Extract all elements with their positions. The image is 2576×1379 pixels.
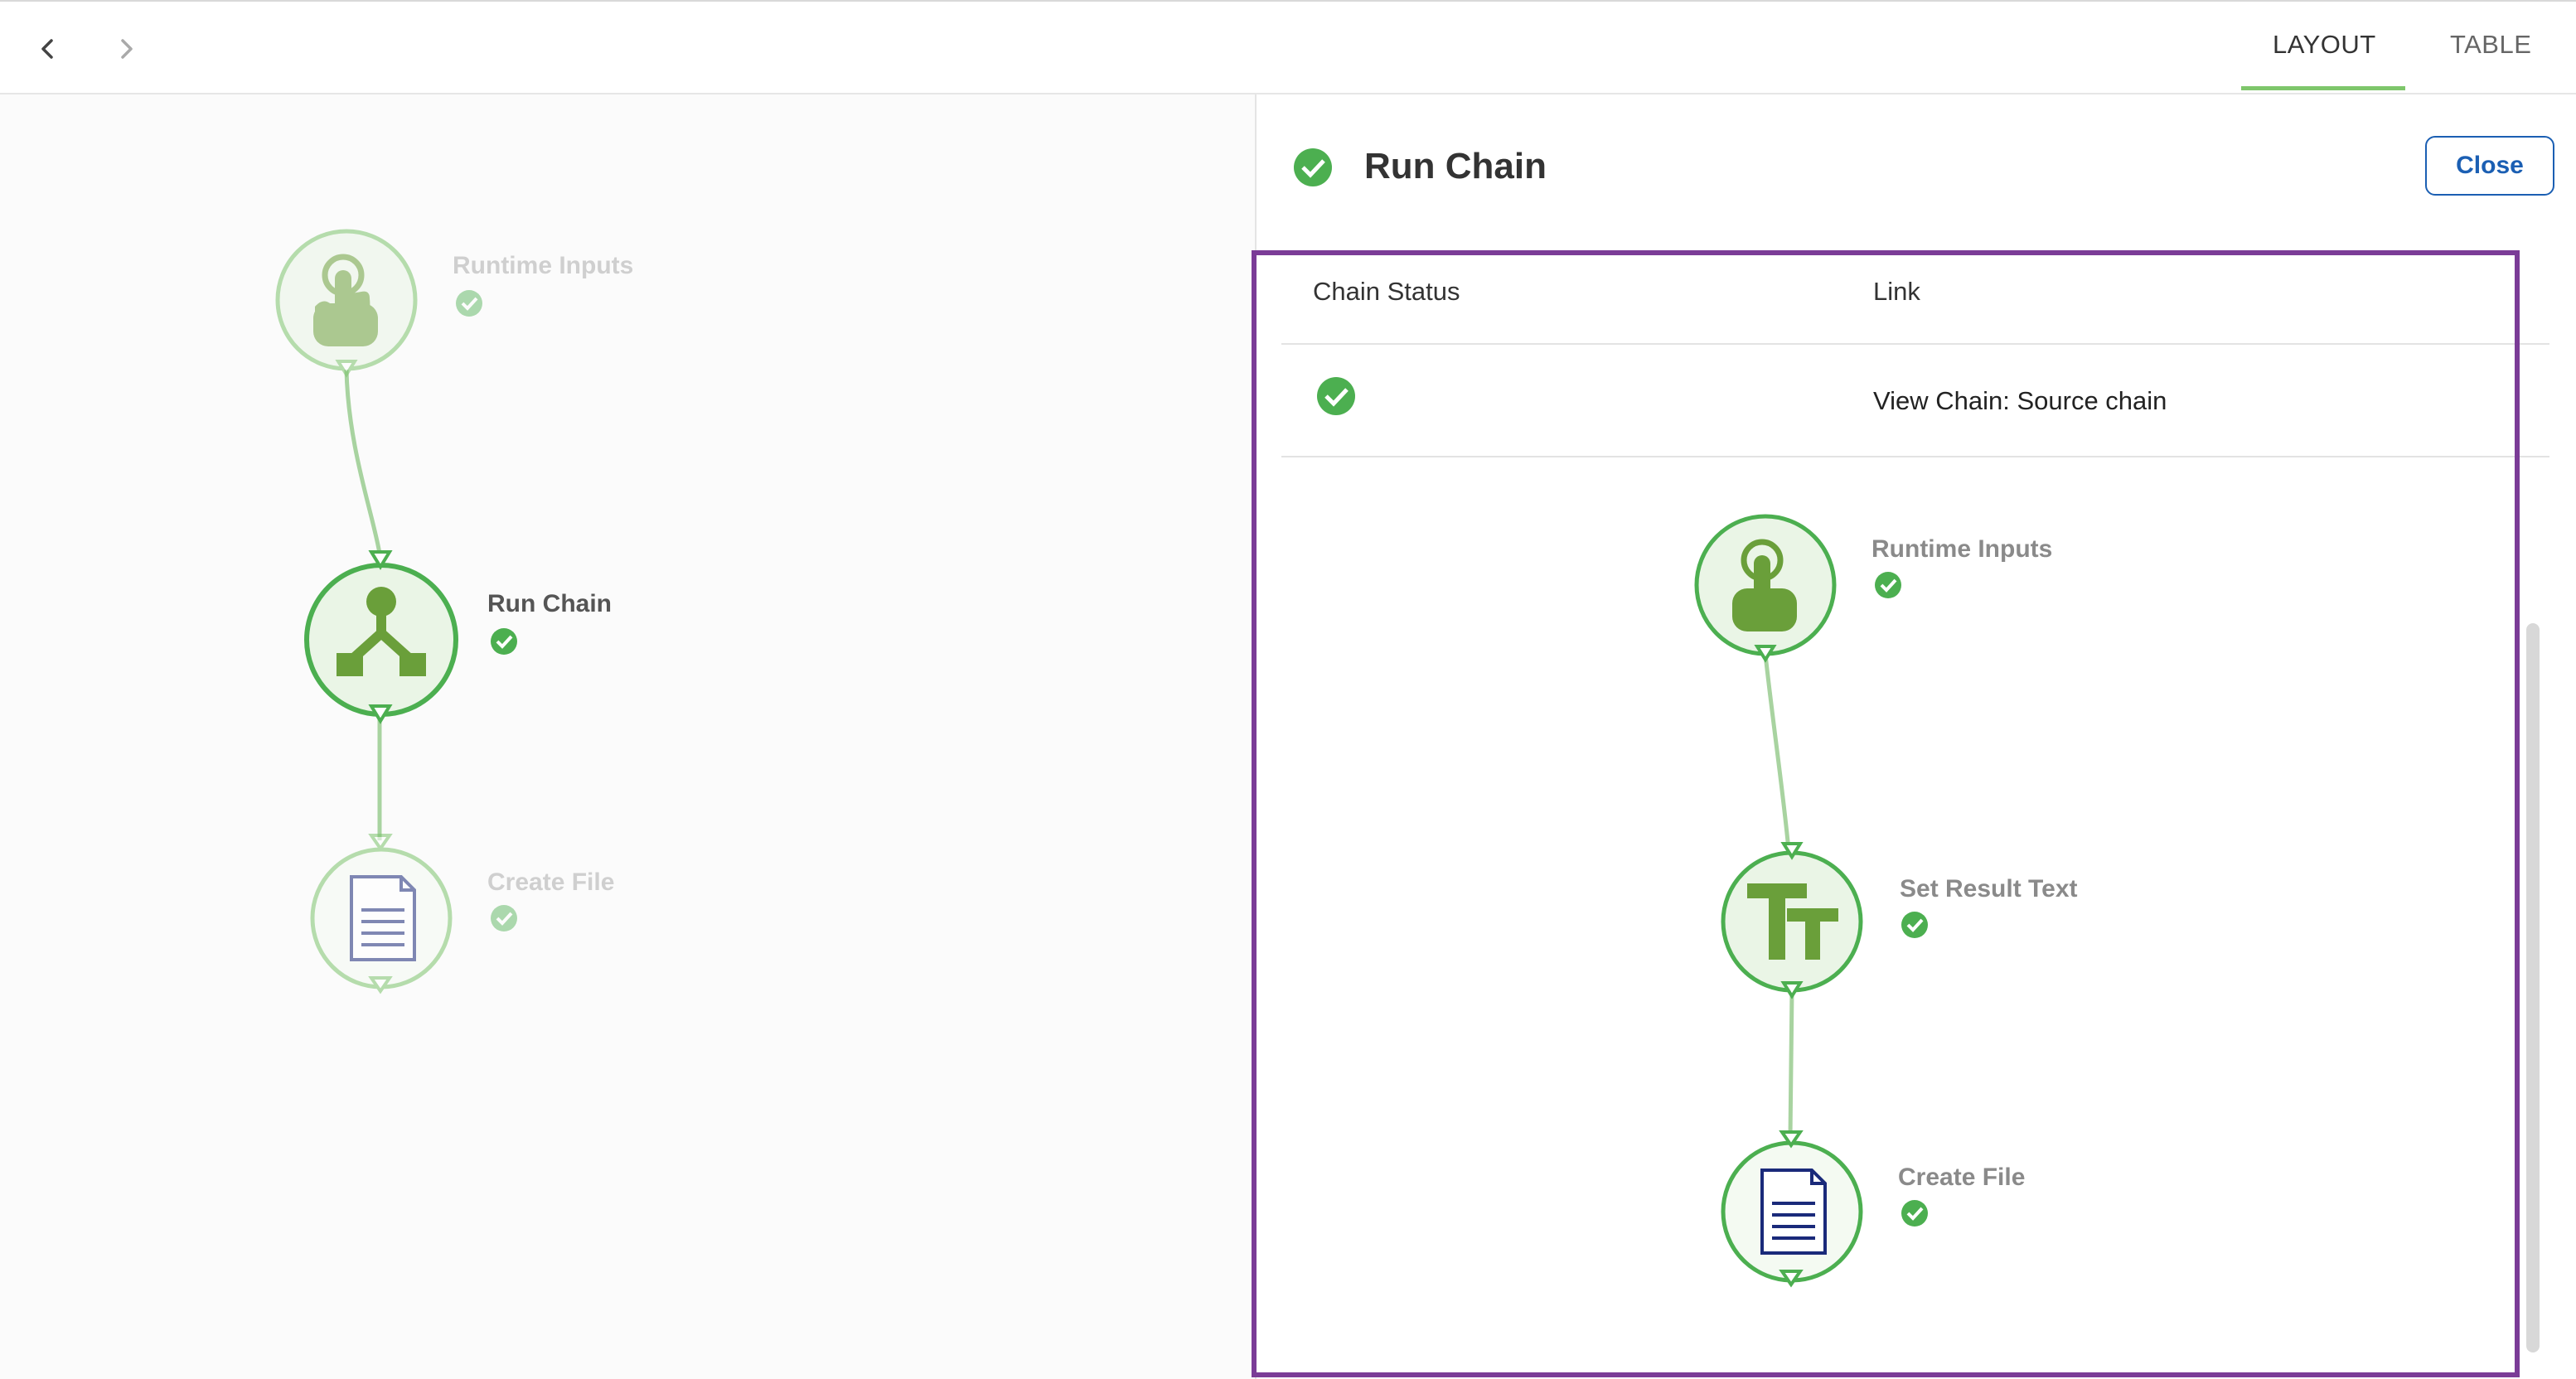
preview-node-runtime-inputs <box>1694 514 1837 663</box>
connector-line <box>1763 654 1791 851</box>
node-label[interactable]: Set Result Text <box>1900 875 2078 903</box>
check-circle-icon <box>1901 912 1928 938</box>
check-circle-icon <box>1875 572 1901 598</box>
node-label[interactable]: Runtime Inputs <box>1871 535 2052 564</box>
preview-flow-graph <box>1694 514 1928 1288</box>
preview-node-create-file <box>1721 1130 1863 1288</box>
vertical-scrollbar[interactable] <box>2526 623 2540 1352</box>
check-circle-icon <box>1901 1200 1928 1227</box>
connector-line <box>1788 990 1794 1138</box>
node-label[interactable]: Create File <box>1898 1164 2025 1192</box>
preview-node-set-result-text <box>1721 842 1863 999</box>
document-icon <box>1760 1169 1827 1255</box>
